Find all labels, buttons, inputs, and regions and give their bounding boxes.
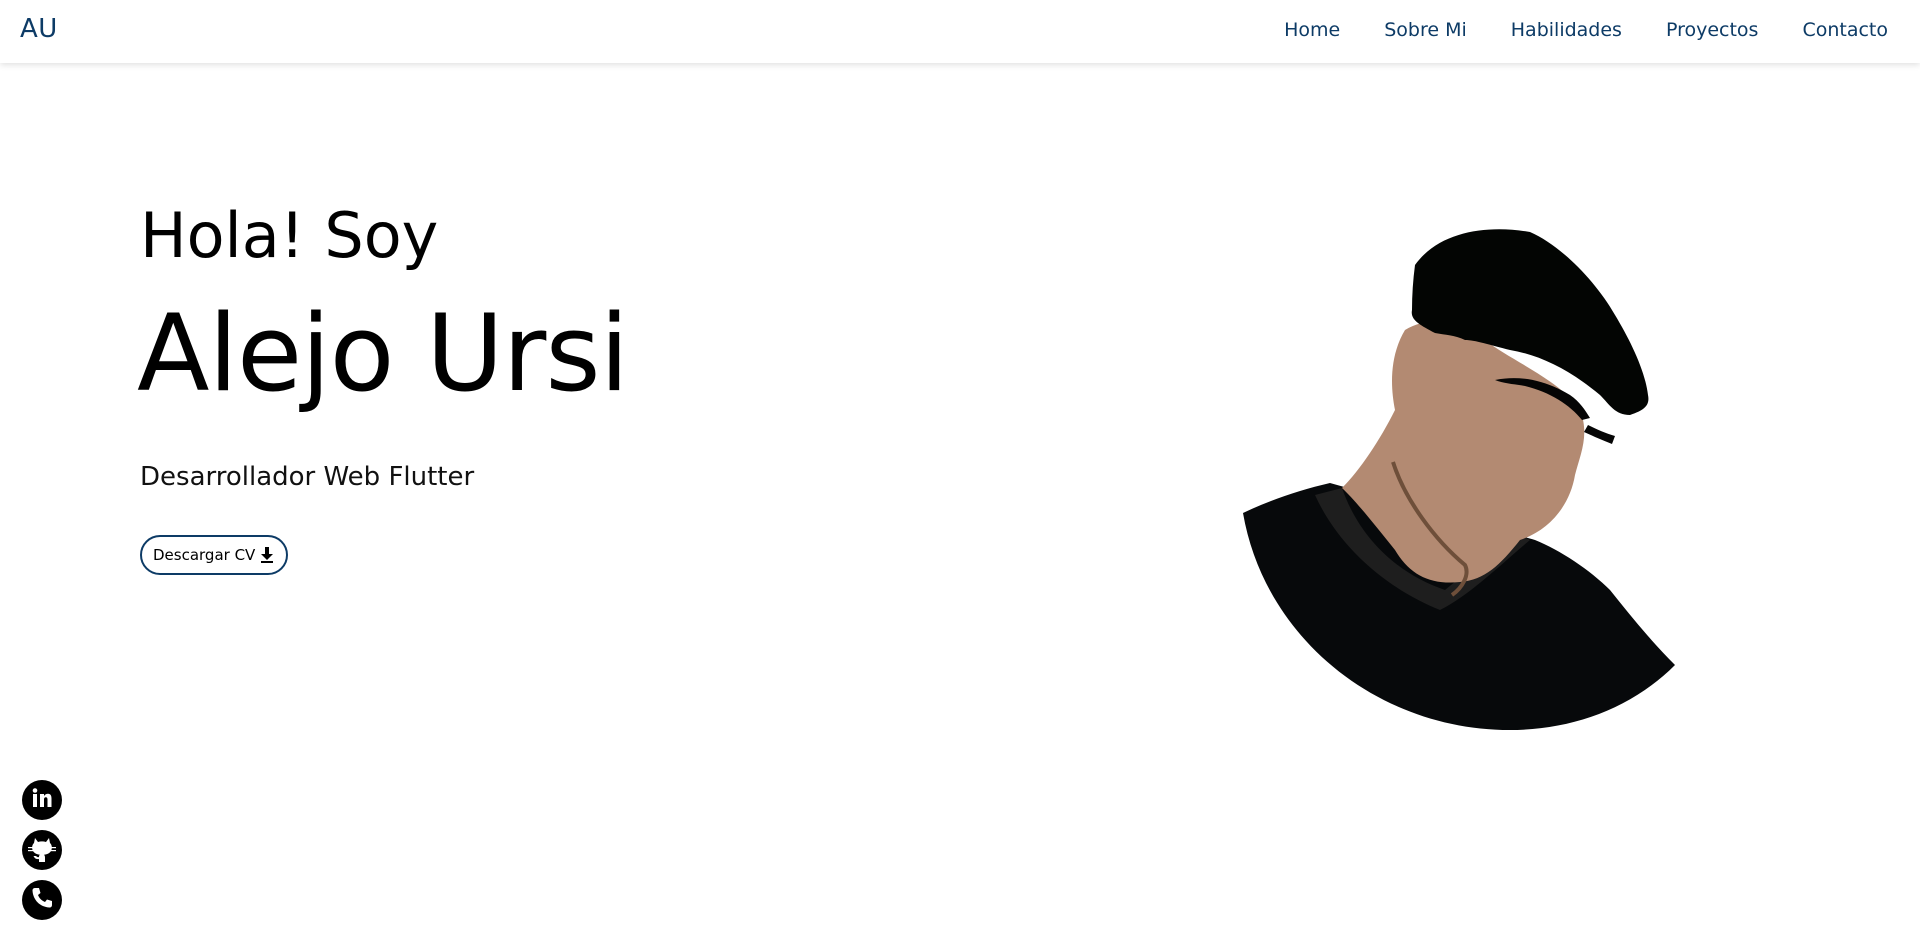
download-icon [259, 546, 275, 564]
hero-role: Desarrollador Web Flutter [140, 462, 475, 492]
linkedin-icon [31, 787, 53, 813]
nav-link-home[interactable]: Home [1284, 19, 1340, 41]
download-cv-button[interactable]: Descargar CV [140, 535, 289, 575]
logo[interactable]: AU [20, 14, 58, 44]
github-button[interactable] [22, 830, 62, 870]
github-icon [28, 834, 56, 866]
navbar: AU Home Sobre Mi Habilidades Proyectos C… [0, 0, 1920, 63]
linkedin-button[interactable] [22, 780, 62, 820]
social-links [22, 780, 62, 920]
phone-button[interactable] [22, 880, 62, 920]
nav-link-habilidades[interactable]: Habilidades [1511, 19, 1622, 41]
download-cv-label: Descargar CV [153, 546, 256, 564]
hero-name: Alejo Ursi [137, 292, 629, 415]
nav-links: Home Sobre Mi Habilidades Proyectos Cont… [1284, 19, 1888, 41]
nav-link-proyectos[interactable]: Proyectos [1666, 19, 1759, 41]
phone-icon [30, 886, 54, 914]
nav-link-contacto[interactable]: Contacto [1802, 19, 1888, 41]
hero-greeting: Hola! Soy [140, 199, 439, 272]
page: AU Home Sobre Mi Habilidades Proyectos C… [0, 0, 1920, 950]
nav-link-sobre-mi[interactable]: Sobre Mi [1384, 19, 1467, 41]
avatar-illustration [1230, 220, 1710, 740]
